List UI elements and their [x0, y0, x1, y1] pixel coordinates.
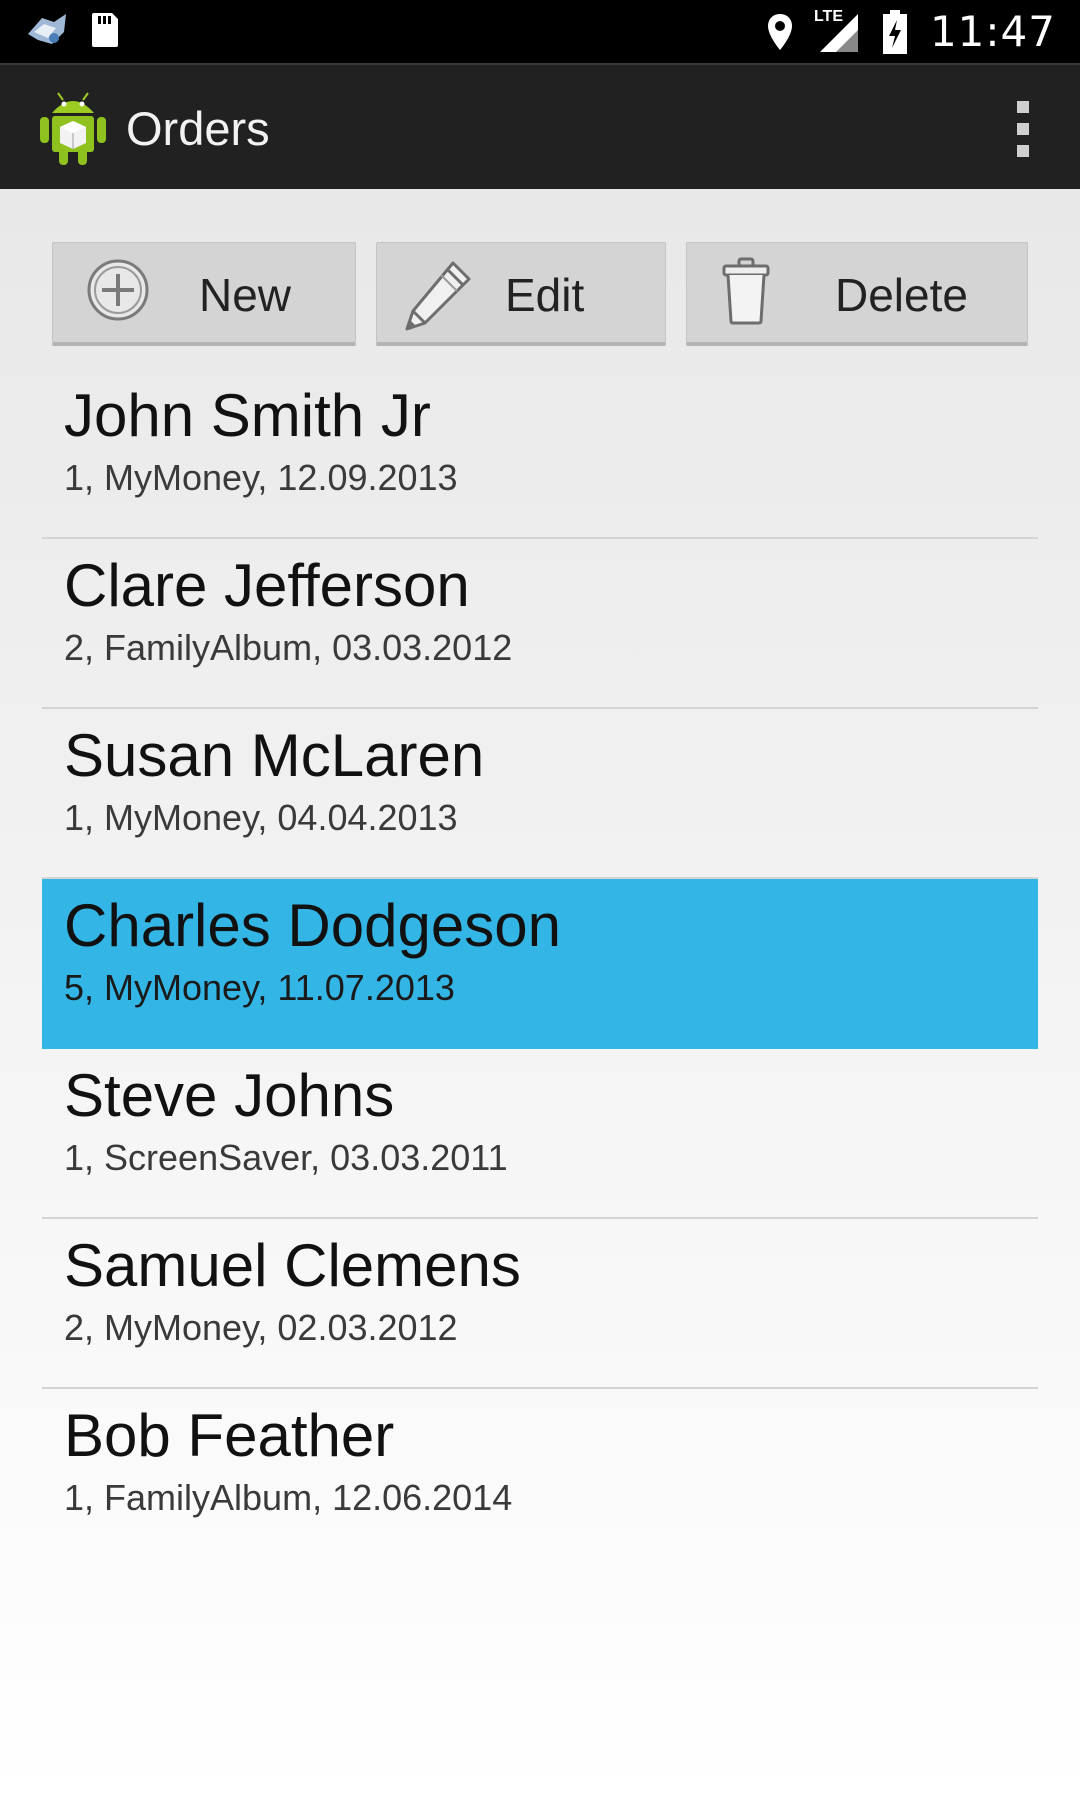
status-left-icons [24, 10, 120, 50]
android-robot-icon[interactable] [38, 87, 108, 167]
trash-icon [722, 257, 770, 325]
status-bar: LTE 11:47 [0, 0, 1080, 63]
order-customer-name: Samuel Clemens [64, 1232, 521, 1299]
order-customer-name: Steve Johns [64, 1062, 395, 1129]
order-customer-name: Charles Dodgeson [64, 892, 561, 959]
battery-charging-icon [882, 9, 907, 54]
network-type-label: LTE [813, 7, 843, 25]
orders-list: John Smith Jr 1, MyMoney, 12.09.2013 Cla… [42, 369, 1038, 1559]
new-button[interactable]: New [52, 242, 356, 346]
order-customer-name: Clare Jefferson [64, 552, 470, 619]
status-right-icons: LTE 11:47 [766, 0, 1056, 63]
list-item[interactable]: Clare Jefferson 2, FamilyAlbum, 03.03.20… [42, 539, 1038, 709]
order-customer-name: Susan McLaren [64, 722, 485, 789]
order-details: 1, MyMoney, 12.09.2013 [64, 457, 458, 498]
delete-button[interactable]: Delete [686, 242, 1028, 346]
sd-card-icon [92, 13, 118, 47]
action-bar: Orders [0, 63, 1080, 189]
order-details: 2, FamilyAlbum, 03.03.2012 [64, 627, 513, 668]
main-content: New Edit Delete John Smith Jr 1, MyMoney… [0, 189, 1080, 1794]
delete-button-label: Delete [835, 269, 968, 321]
plus-circle-icon [87, 259, 149, 321]
order-details: 1, MyMoney, 04.04.2013 [64, 797, 458, 838]
status-time: 11:47 [929, 7, 1056, 56]
signal-icon: LTE [813, 7, 860, 54]
location-icon [767, 13, 792, 50]
page-title: Orders [126, 102, 270, 155]
overflow-menu-icon[interactable] [1016, 101, 1030, 157]
pencil-icon [405, 261, 471, 331]
order-details: 1, ScreenSaver, 03.03.2011 [64, 1137, 508, 1178]
app-notification-icon [28, 14, 66, 44]
order-details: 5, MyMoney, 11.07.2013 [64, 967, 455, 1008]
list-item[interactable]: Steve Johns 1, ScreenSaver, 03.03.2011 [42, 1049, 1038, 1219]
new-button-label: New [199, 269, 292, 321]
list-item[interactable]: Samuel Clemens 2, MyMoney, 02.03.2012 [42, 1219, 1038, 1389]
edit-button-label: Edit [505, 269, 585, 321]
order-customer-name: John Smith Jr [64, 382, 431, 449]
list-item[interactable]: Bob Feather 1, FamilyAlbum, 12.06.2014 [42, 1389, 1038, 1559]
order-customer-name: Bob Feather [64, 1402, 395, 1469]
list-item[interactable]: John Smith Jr 1, MyMoney, 12.09.2013 [42, 369, 1038, 539]
order-details: 1, FamilyAlbum, 12.06.2014 [64, 1477, 513, 1518]
edit-button[interactable]: Edit [376, 242, 666, 346]
list-item[interactable]: Susan McLaren 1, MyMoney, 04.04.2013 [42, 709, 1038, 879]
order-details: 2, MyMoney, 02.03.2012 [64, 1307, 458, 1348]
list-item-selected[interactable]: Charles Dodgeson 5, MyMoney, 11.07.2013 [42, 879, 1038, 1049]
